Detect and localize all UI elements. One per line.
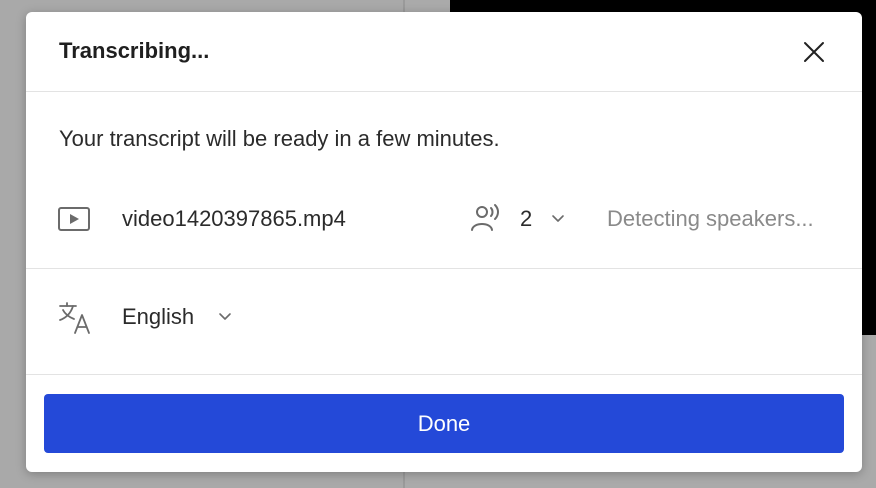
video-icon [58, 207, 90, 231]
transcribing-dialog: Transcribing... Your transcript will be … [26, 12, 862, 472]
status-text: Detecting speakers... [607, 206, 814, 231]
close-button[interactable] [801, 39, 827, 65]
chevron-down-icon [219, 313, 231, 320]
dialog-subtitle: Your transcript will be ready in a few m… [59, 126, 500, 151]
close-icon [804, 42, 824, 62]
section-divider [26, 268, 862, 269]
file-name: video1420397865.mp4 [122, 206, 346, 231]
language-dropdown[interactable]: English [122, 302, 252, 332]
dialog-title: Transcribing... [59, 38, 210, 63]
language-row: English [26, 288, 862, 348]
speaker-count: 2 [520, 206, 533, 231]
chevron-down-icon [552, 215, 564, 222]
footer-divider [26, 374, 862, 375]
file-row: video1420397865.mp4 2 Detecting speakers… [26, 190, 862, 250]
done-button[interactable]: Done [44, 394, 844, 453]
translate-icon [59, 302, 90, 334]
language-label: English [122, 304, 195, 329]
dialog-header: Transcribing... [26, 12, 862, 92]
speakers-icon [471, 204, 499, 231]
